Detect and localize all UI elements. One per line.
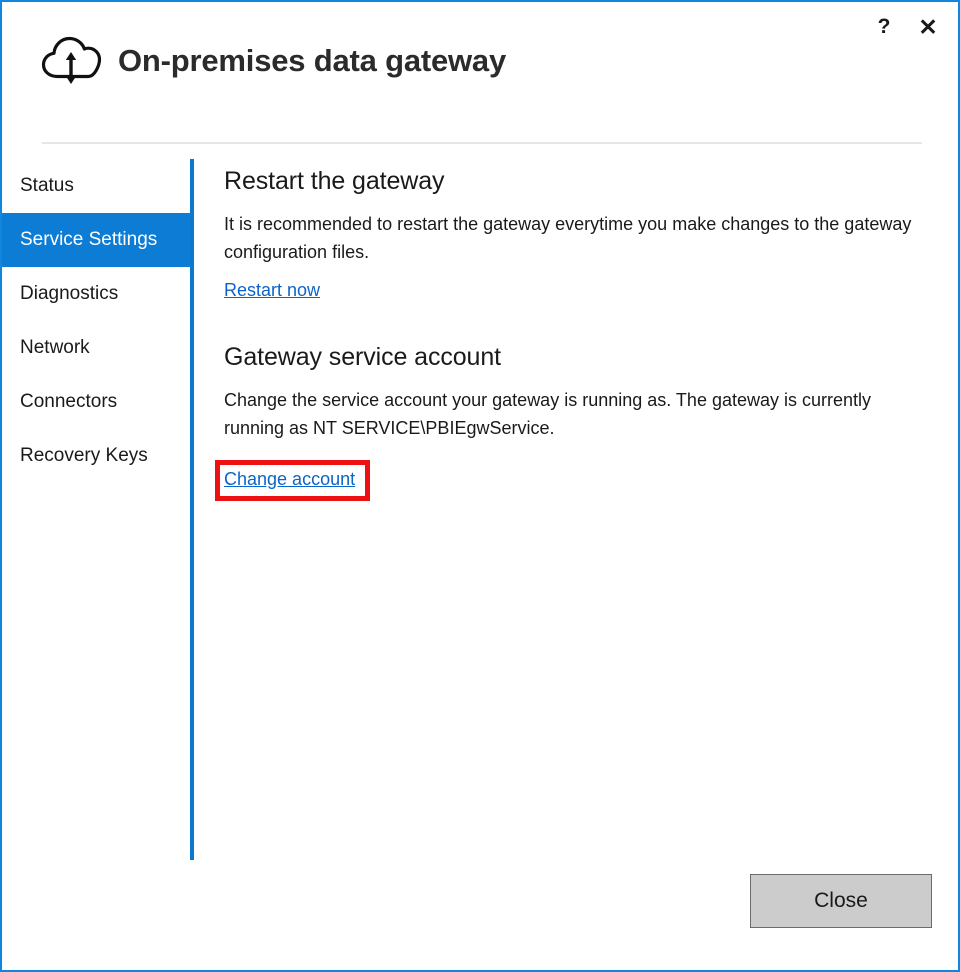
window-controls: ? ✕: [862, 8, 950, 46]
sidebar-item-network[interactable]: Network: [2, 321, 192, 375]
section-heading: Gateway service account: [224, 343, 501, 371]
main-content: Restart the gateway It is recommended to…: [215, 167, 928, 511]
window-footer: Close: [750, 874, 932, 928]
sidebar-item-label: Recovery Keys: [20, 445, 148, 466]
sidebar-item-label: Network: [20, 337, 90, 358]
change-account-link[interactable]: Change account: [224, 469, 355, 490]
sidebar-item-label: Connectors: [20, 391, 118, 412]
sidebar-separator: [190, 159, 194, 860]
sidebar-item-connectors[interactable]: Connectors: [2, 375, 192, 429]
sidebar-item-service-settings[interactable]: Service Settings: [2, 213, 192, 267]
cloud-sync-icon: [41, 36, 102, 84]
gateway-configuration-window: ? ✕ On-premises data gateway Status Serv…: [0, 0, 960, 972]
window-body: Status Service Settings Diagnostics Netw…: [2, 159, 958, 970]
close-icon[interactable]: ✕: [906, 8, 950, 46]
sidebar-item-label: Status: [20, 175, 74, 196]
section-description: It is recommended to restart the gateway…: [224, 214, 912, 262]
help-icon[interactable]: ?: [862, 8, 906, 46]
sidebar-item-diagnostics[interactable]: Diagnostics: [2, 267, 192, 321]
header-divider: [42, 142, 922, 144]
sidebar-item-label: Service Settings: [20, 229, 158, 250]
sidebar-item-label: Diagnostics: [20, 283, 119, 304]
restart-now-link[interactable]: Restart now: [224, 280, 320, 301]
section-gateway-service-account: Gateway service account Change the servi…: [215, 343, 928, 501]
sidebar-navigation: Status Service Settings Diagnostics Netw…: [2, 159, 192, 483]
section-heading: Restart the gateway: [224, 167, 445, 195]
page-title: On-premises data gateway: [118, 43, 507, 78]
sidebar-item-recovery-keys[interactable]: Recovery Keys: [2, 429, 192, 483]
window-titlebar: ? ✕ On-premises data gateway: [2, 2, 958, 124]
section-description: Change the service account your gateway …: [224, 390, 872, 438]
sidebar-item-status[interactable]: Status: [2, 159, 192, 213]
close-button[interactable]: Close: [750, 874, 932, 928]
section-restart-gateway: Restart the gateway It is recommended to…: [224, 167, 928, 301]
app-title-row: On-premises data gateway: [40, 35, 506, 87]
change-account-highlight-box: Change account: [215, 460, 371, 501]
